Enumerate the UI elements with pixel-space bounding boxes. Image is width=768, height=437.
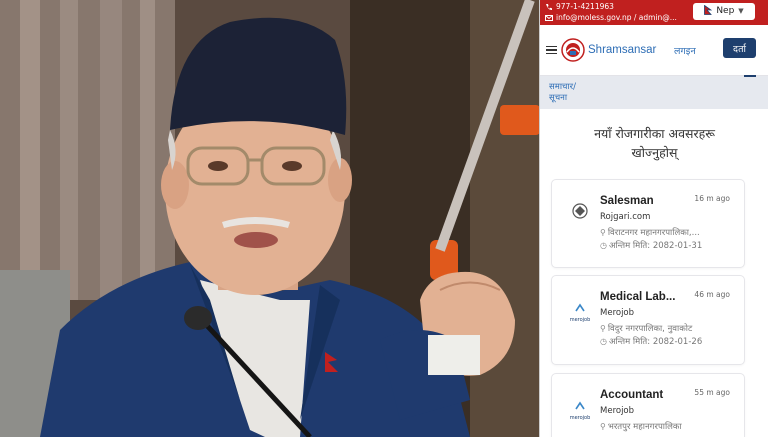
rojgari-logo — [572, 203, 588, 219]
register-button[interactable]: दर्ता — [723, 38, 756, 58]
job-deadline: ◷ अन्तिम मिति: 2082-01-31 — [600, 240, 702, 251]
merojob-logo: merojob — [568, 298, 592, 323]
job-location-text: विदुर नगरपालिका, नुवाकोट — [607, 324, 693, 334]
job-location-text: विराटनगर महानगरपालिका,... — [607, 228, 700, 238]
posted-time: 16 m ago — [694, 194, 730, 203]
job-location: ⚲ भरतपुर महानगरपालिका — [600, 421, 682, 432]
job-deadline-text: अन्तिम मिति: 2082-01-31 — [608, 241, 703, 251]
menu-icon[interactable] — [546, 45, 557, 55]
location-pin-icon: ⚲ — [600, 324, 606, 333]
mail-icon — [545, 14, 553, 22]
shramsansar-logo[interactable] — [561, 38, 585, 62]
chevron-down-icon: ▼ — [738, 7, 744, 15]
job-list-section: नयाँ रोजगारीका अवसरहरू खोज्नुहोस् Salesm… — [540, 109, 768, 437]
job-title[interactable]: Salesman — [600, 195, 654, 207]
section-title-line1: नयाँ रोजगारीका अवसरहरू — [594, 126, 715, 141]
shramsansar-mobile-site: 977-1-4211963 info@moless.gov.np / admin… — [539, 0, 768, 437]
job-card[interactable]: Salesman Rojgari.com 16 m ago ⚲ विराटनगर … — [551, 179, 745, 268]
job-title[interactable]: Medical Lab... — [600, 291, 675, 303]
job-location: ⚲ विदुर नगरपालिका, नुवाकोट — [600, 323, 692, 334]
header-underline — [744, 75, 756, 77]
job-location: ⚲ विराटनगर महानगरपालिका,... — [600, 227, 700, 238]
language-selector[interactable]: Nep ▼ — [693, 3, 755, 20]
contact-topbar: 977-1-4211963 info@moless.gov.np / admin… — [540, 0, 768, 25]
location-pin-icon: ⚲ — [600, 228, 606, 237]
job-location-text: भरतपुर महानगरपालिका — [607, 422, 682, 432]
clock-icon: ◷ — [600, 337, 607, 346]
company-name: Rojgari.com — [600, 212, 651, 222]
clock-icon: ◷ — [600, 241, 607, 250]
phone-icon — [545, 3, 553, 11]
section-title-line2: खोज्नुहोस् — [631, 145, 678, 160]
nepal-flag-icon — [704, 4, 713, 19]
location-pin-icon: ⚲ — [600, 422, 606, 431]
contact-phone[interactable]: 977-1-4211963 — [556, 1, 614, 12]
company-name: Merojob — [600, 308, 635, 318]
news-label-line2: सूचना — [549, 93, 568, 103]
merojob-logo: merojob — [568, 396, 592, 421]
job-card[interactable]: merojob Medical Lab... Merojob 46 m ago … — [551, 275, 745, 365]
news-label-line1: समाचार/ — [549, 82, 576, 92]
posted-time: 55 m ago — [694, 388, 730, 397]
job-title[interactable]: Accountant — [600, 389, 663, 401]
site-header: Shramsansar लगइन दर्ता — [540, 25, 768, 77]
contact-email[interactable]: info@moless.gov.np / admin@... — [556, 12, 677, 23]
posted-time: 46 m ago — [694, 290, 730, 299]
job-deadline-text: अन्तिम मिति: 2082-01-26 — [608, 337, 703, 347]
brand-name[interactable]: Shramsansar — [588, 44, 656, 56]
login-link[interactable]: लगइन — [674, 44, 696, 57]
section-title: नयाँ रोजगारीका अवसरहरू खोज्नुहोस् — [540, 124, 768, 162]
merojob-logo-text: merojob — [569, 415, 591, 421]
company-name: Merojob — [600, 406, 635, 416]
news-photo — [0, 0, 540, 437]
language-label: Nep — [716, 6, 735, 16]
job-deadline: ◷ अन्तिम मिति: 2082-01-26 — [600, 336, 702, 347]
merojob-logo-text: merojob — [569, 317, 591, 323]
job-card[interactable]: merojob Accountant Merojob 55 m ago ⚲ भरत… — [551, 373, 745, 437]
